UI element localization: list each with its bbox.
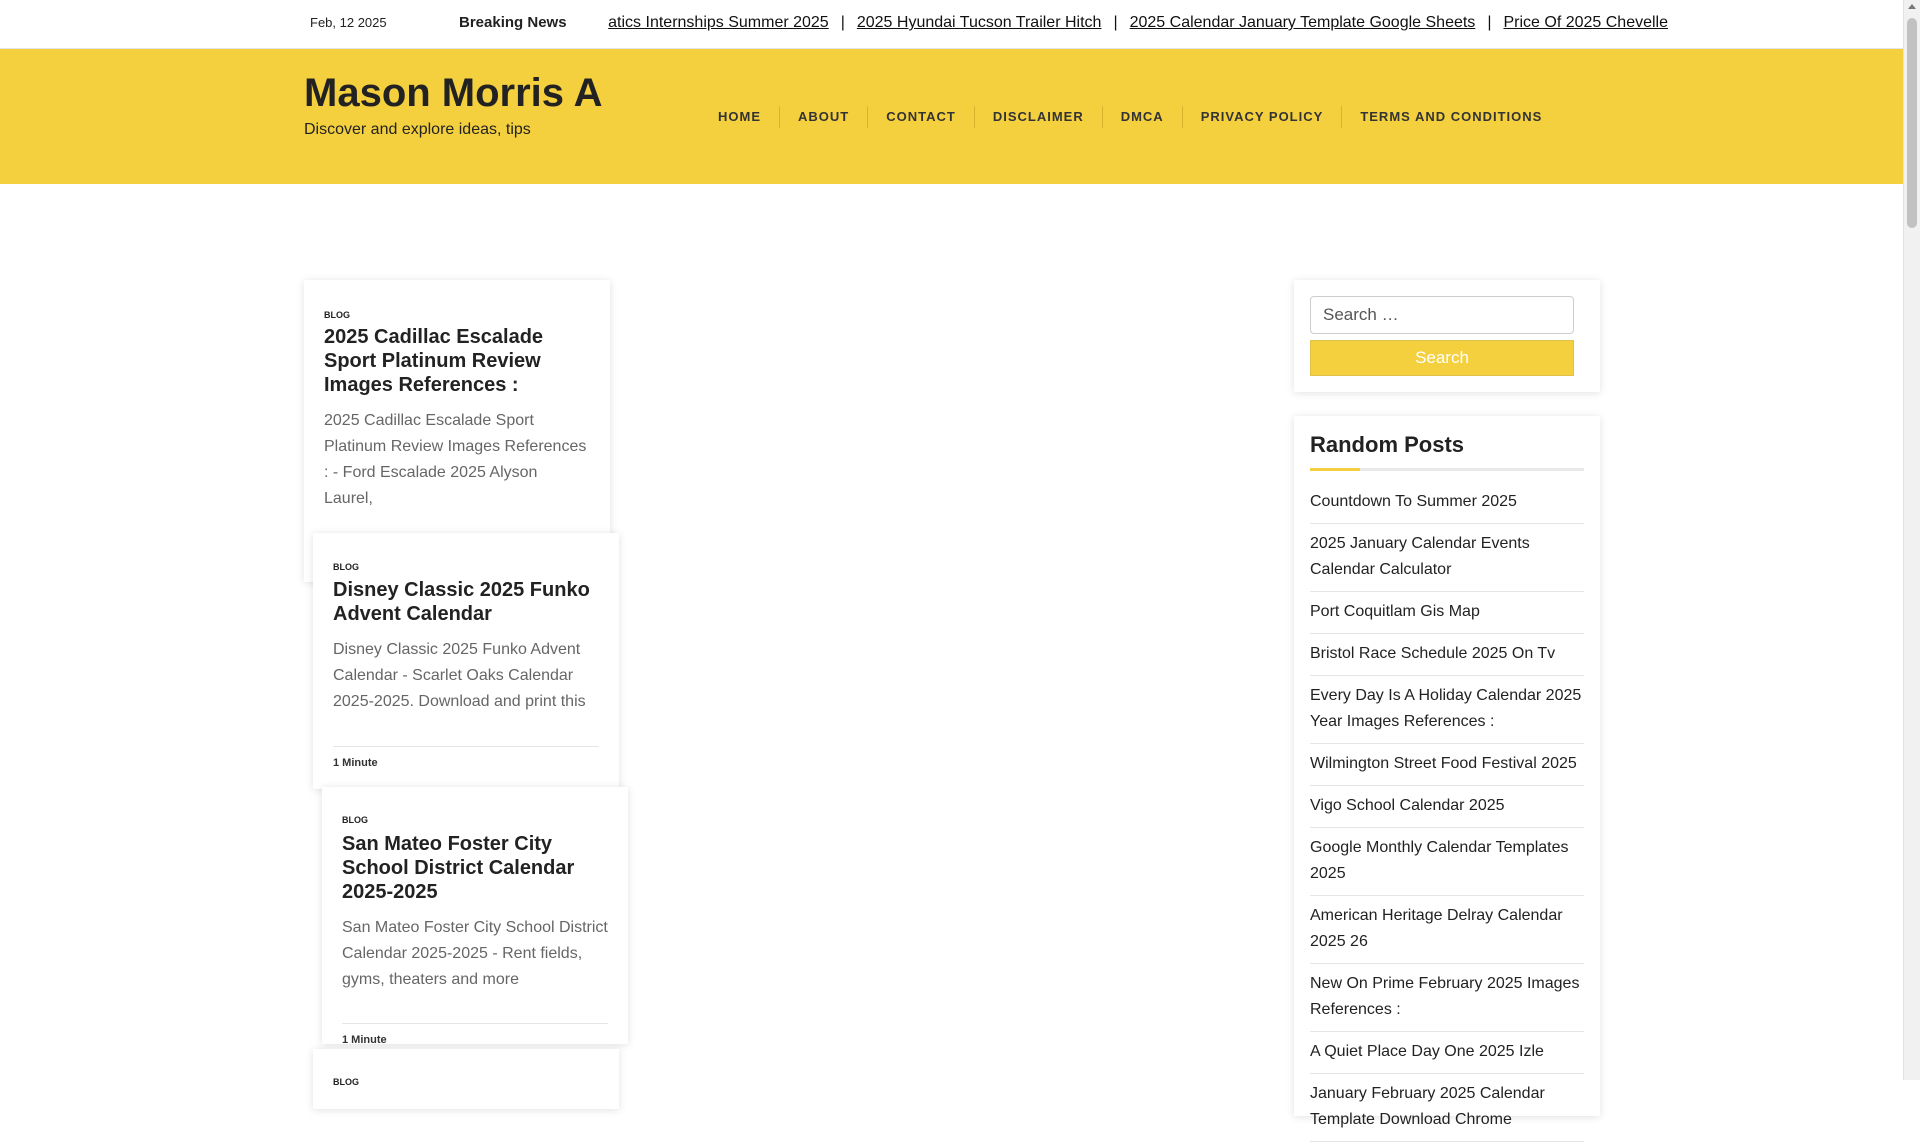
ticker-separator: | xyxy=(1113,14,1118,31)
post-title[interactable]: San Mateo Foster City School District Ca… xyxy=(342,832,616,904)
post-excerpt: Disney Classic 2025 Funko Advent Calenda… xyxy=(333,641,586,710)
nav-dmca[interactable]: DMCA xyxy=(1103,106,1183,128)
main-navigation: HOME ABOUT CONTACT DISCLAIMER DMCA PRIVA… xyxy=(700,106,1560,128)
search-widget: Search xyxy=(1294,280,1600,392)
post-category[interactable]: BLOG xyxy=(342,815,368,825)
ticker-link[interactable]: Price Of 2025 Chevelle xyxy=(1503,14,1668,31)
random-post-link[interactable]: American Heritage Delray Calendar 2025 2… xyxy=(1310,896,1584,964)
random-post-link[interactable]: Countdown To Summer 2025 xyxy=(1310,482,1584,524)
post-read-time: 1 Minute xyxy=(333,757,378,769)
post-category[interactable]: BLOG xyxy=(324,310,350,320)
ticker-link[interactable]: 2025 Hyundai Tucson Trailer Hitch xyxy=(857,14,1102,31)
random-post-link[interactable]: Google Monthly Calendar Templates 2025 xyxy=(1310,828,1584,896)
ticker-separator: | xyxy=(1487,14,1492,31)
widget-title-underline xyxy=(1310,468,1584,471)
random-post-link[interactable]: Bristol Race Schedule 2025 On Tv xyxy=(1310,634,1584,676)
search-input[interactable] xyxy=(1310,296,1574,334)
nav-privacy-policy[interactable]: PRIVACY POLICY xyxy=(1183,106,1343,128)
post-excerpt: 2025 Cadillac Escalade Sport Platinum Re… xyxy=(324,412,587,507)
nav-disclaimer[interactable]: DISCLAIMER xyxy=(975,106,1103,128)
scroll-up-arrow-icon[interactable] xyxy=(1908,4,1916,9)
random-posts-widget: Random Posts Countdown To Summer 2025 20… xyxy=(1294,416,1600,1142)
random-post-link[interactable]: Vigo School Calendar 2025 xyxy=(1310,786,1584,828)
nav-contact[interactable]: CONTACT xyxy=(868,106,975,128)
post-title[interactable]: 2025 Cadillac Escalade Sport Platinum Re… xyxy=(324,325,598,397)
random-post-link[interactable]: Port Coquitlam Gis Map xyxy=(1310,592,1584,634)
nav-home[interactable]: HOME xyxy=(700,106,780,128)
widget-title-accent xyxy=(1310,468,1360,471)
news-ticker-track: atics Internships Summer 2025 | 2025 Hyund… xyxy=(608,14,1668,32)
post-excerpt: San Mateo Foster City School District Ca… xyxy=(342,919,608,988)
post-card: BLOG San Mateo Foster City School Distri… xyxy=(322,787,628,1046)
current-date: Feb, 12 2025 xyxy=(310,15,387,30)
site-title[interactable]: Mason Morris A xyxy=(304,71,603,116)
breaking-news-label: Breaking News xyxy=(459,14,579,31)
random-post-link[interactable]: January February 2025 Calendar Template … xyxy=(1310,1074,1584,1142)
scrollbar-thumb[interactable] xyxy=(1907,18,1917,228)
site-tagline: Discover and explore ideas, tips xyxy=(304,121,531,138)
random-post-link[interactable]: Every Day Is A Holiday Calendar 2025 Yea… xyxy=(1310,676,1584,744)
search-button[interactable]: Search xyxy=(1310,340,1574,376)
ticker-link[interactable]: 2025 Calendar January Template Google Sh… xyxy=(1130,14,1476,31)
site-header: Mason Morris A Discover and explore idea… xyxy=(0,49,1904,184)
top-bar: Feb, 12 2025 Breaking News atics Interns… xyxy=(0,0,1904,49)
random-post-link[interactable]: Wilmington Street Food Festival 2025 xyxy=(1310,744,1584,786)
post-divider xyxy=(342,1023,608,1024)
nav-about[interactable]: ABOUT xyxy=(780,106,869,128)
random-post-link[interactable]: A Quiet Place Day One 2025 Izle xyxy=(1310,1032,1584,1074)
post-title[interactable]: Disney Classic 2025 Funko Advent Calenda… xyxy=(333,578,607,626)
news-ticker: atics Internships Summer 2025 | 2025 Hyund… xyxy=(600,0,1668,48)
post-divider xyxy=(333,746,599,747)
random-posts-title: Random Posts xyxy=(1310,432,1465,457)
nav-terms-and-conditions[interactable]: TERMS AND CONDITIONS xyxy=(1342,106,1560,128)
random-post-link[interactable]: 2025 January Calendar Events Calendar Ca… xyxy=(1310,524,1584,592)
post-category[interactable]: BLOG xyxy=(333,562,359,572)
ticker-separator: | xyxy=(840,14,845,31)
page-scrollbar[interactable] xyxy=(1903,0,1920,1080)
random-posts-list: Countdown To Summer 2025 2025 January Ca… xyxy=(1310,482,1584,1142)
ticker-link[interactable]: atics Internships Summer 2025 xyxy=(608,14,829,31)
post-card: BLOG xyxy=(313,1049,619,1109)
random-post-link[interactable]: New On Prime February 2025 Images Refere… xyxy=(1310,964,1584,1032)
post-card: BLOG Disney Classic 2025 Funko Advent Ca… xyxy=(313,533,619,789)
post-category[interactable]: BLOG xyxy=(333,1077,359,1087)
post-read-time: 1 Minute xyxy=(342,1034,387,1046)
